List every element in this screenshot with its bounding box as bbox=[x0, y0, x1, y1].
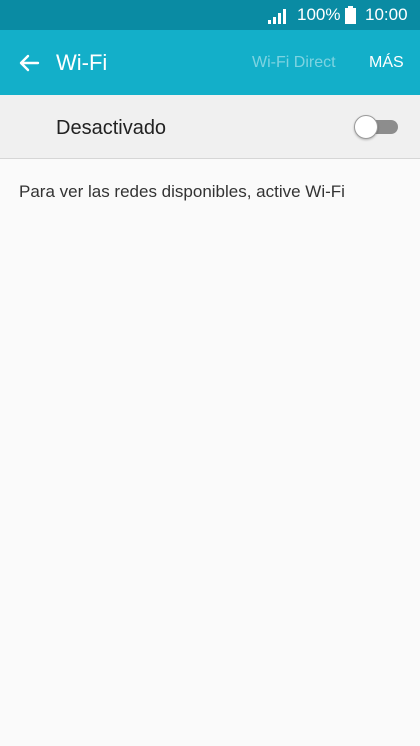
arrow-left-icon bbox=[19, 54, 40, 72]
signal-bars-icon bbox=[268, 9, 286, 24]
toggle-thumb bbox=[354, 115, 378, 139]
wifi-toggle-row[interactable]: Desactivado bbox=[0, 95, 420, 159]
wifi-off-message: Para ver las redes disponibles, active W… bbox=[19, 182, 345, 201]
status-clock: 10:00 bbox=[365, 5, 408, 24]
page-title: Wi-Fi bbox=[56, 50, 108, 75]
more-button[interactable]: MÁS bbox=[369, 53, 404, 73]
status-bar: 100% 10:00 bbox=[0, 0, 420, 30]
wifi-toggle-label: Desactivado bbox=[56, 117, 167, 139]
wifi-toggle-switch[interactable] bbox=[354, 115, 399, 139]
wifi-direct-button[interactable]: Wi-Fi Direct bbox=[252, 53, 336, 73]
app-bar: Wi-Fi Wi-Fi Direct MÁS bbox=[0, 30, 420, 95]
battery-percentage: 100% bbox=[297, 5, 341, 24]
back-button[interactable] bbox=[12, 46, 46, 80]
battery-full-icon bbox=[345, 6, 356, 24]
